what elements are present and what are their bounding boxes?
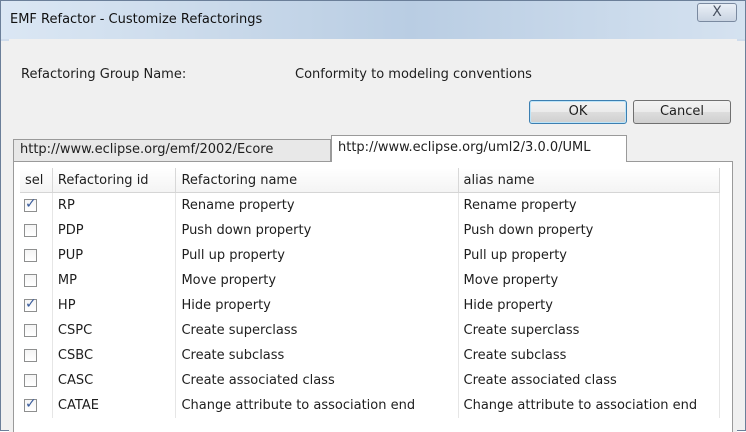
tab-ecore[interactable]: http://www.eclipse.org/emf/2002/Ecore <box>13 139 331 161</box>
row-checkbox[interactable] <box>24 196 37 212</box>
table-row[interactable]: PDP Push down property Push down property <box>20 218 721 243</box>
row-refactoring-name: Pull up property <box>175 243 459 268</box>
namespace-tabs: http://www.eclipse.org/emf/2002/Ecore ht… <box>13 135 733 162</box>
table-row[interactable]: RPRename propertyRename property <box>20 192 721 218</box>
table-row[interactable]: HPHide propertyHide property <box>20 293 721 318</box>
row-checkbox[interactable] <box>24 296 37 312</box>
table-row[interactable]: CSPC Create superclass Create superclass <box>20 318 721 343</box>
row-select-cell[interactable] <box>20 192 53 218</box>
row-refactoring-name: Push down property <box>175 218 459 243</box>
row-select-cell[interactable] <box>20 368 53 393</box>
column-header-alias[interactable]: alias name <box>458 168 721 193</box>
row-refactoring-name: Change attribute to association end <box>175 393 459 418</box>
table-row[interactable]: CASC Create associated class Create associ… <box>20 368 721 393</box>
row-select-cell[interactable] <box>20 268 53 293</box>
close-icon: X <box>712 4 722 20</box>
row-refactoring-id: MP <box>52 268 177 293</box>
row-refactoring-name: Hide property <box>175 293 459 318</box>
row-alias-name[interactable]: Create superclass <box>458 318 721 343</box>
table-row[interactable]: CATAEChange attribute to association end… <box>20 393 721 418</box>
row-checkbox[interactable] <box>24 249 37 262</box>
row-alias-name[interactable]: Move property <box>458 268 721 293</box>
row-refactoring-id: PDP <box>52 218 177 243</box>
row-refactoring-id: CSPC <box>52 318 177 343</box>
group-name-label: Refactoring Group Name: <box>21 67 187 82</box>
ok-button[interactable]: OK <box>529 100 627 124</box>
column-header-id[interactable]: Refactoring id <box>52 168 177 193</box>
dialog-window: EMF Refactor - Customize Refactorings X … <box>0 0 746 432</box>
row-refactoring-id: PUP <box>52 243 177 268</box>
window-title: EMF Refactor - Customize Refactorings <box>10 12 263 27</box>
refactorings-table: sel Refactoring id Refactoring name alia… <box>20 168 721 418</box>
title-bar[interactable]: EMF Refactor - Customize Refactorings X <box>1 1 745 39</box>
refactorings-table-panel: sel Refactoring id Refactoring name alia… <box>13 161 733 432</box>
column-header-name[interactable]: Refactoring name <box>175 168 459 193</box>
row-refactoring-id: CATAE <box>52 393 177 418</box>
dialog-body: Refactoring Group Name: Conformity to mo… <box>9 39 737 432</box>
row-refactoring-name: Create subclass <box>175 343 459 368</box>
row-alias-name[interactable]: Hide property <box>458 293 721 318</box>
row-refactoring-id: RP <box>52 192 177 218</box>
table-row[interactable]: CSBC Create subclass Create subclass <box>20 343 721 368</box>
row-checkbox[interactable] <box>24 349 37 362</box>
row-checkbox[interactable] <box>24 374 37 387</box>
row-refactoring-id: CSBC <box>52 343 177 368</box>
row-select-cell[interactable] <box>20 293 53 318</box>
table-row[interactable]: MP Move property Move property <box>20 268 721 293</box>
row-checkbox[interactable] <box>24 324 37 337</box>
row-refactoring-name: Create associated class <box>175 368 459 393</box>
table-row[interactable]: PUP Pull up property Pull up property <box>20 243 721 268</box>
row-alias-name[interactable]: Create subclass <box>458 343 721 368</box>
row-select-cell[interactable] <box>20 393 53 418</box>
row-refactoring-id: CASC <box>52 368 177 393</box>
group-name-value: Conformity to modeling conventions <box>295 67 532 82</box>
row-checkbox[interactable] <box>24 396 37 412</box>
table-header-row: sel Refactoring id Refactoring name alia… <box>20 168 721 193</box>
row-checkbox[interactable] <box>24 224 37 237</box>
row-select-cell[interactable] <box>20 218 53 243</box>
row-alias-name[interactable]: Rename property <box>458 192 721 218</box>
row-select-cell[interactable] <box>20 243 53 268</box>
row-refactoring-id: HP <box>52 293 177 318</box>
column-header-sel[interactable]: sel <box>20 168 53 193</box>
row-alias-name[interactable]: Pull up property <box>458 243 721 268</box>
row-alias-name[interactable]: Create associated class <box>458 368 721 393</box>
row-alias-name[interactable]: Change attribute to association end <box>458 393 721 418</box>
tab-uml[interactable]: http://www.eclipse.org/uml2/3.0.0/UML <box>331 135 627 162</box>
row-refactoring-name: Rename property <box>175 192 459 218</box>
row-refactoring-name: Create superclass <box>175 318 459 343</box>
row-select-cell[interactable] <box>20 343 53 368</box>
row-refactoring-name: Move property <box>175 268 459 293</box>
cancel-button[interactable]: Cancel <box>633 100 731 124</box>
row-checkbox[interactable] <box>24 274 37 287</box>
row-alias-name[interactable]: Push down property <box>458 218 721 243</box>
row-select-cell[interactable] <box>20 318 53 343</box>
close-button[interactable]: X <box>697 3 737 22</box>
